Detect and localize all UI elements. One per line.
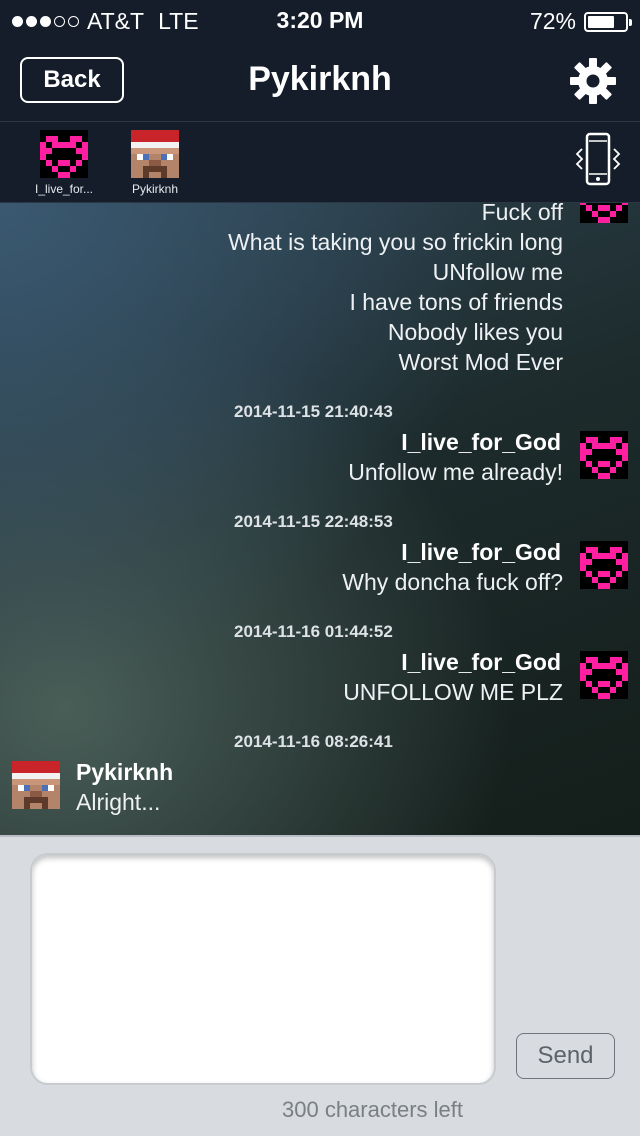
message-line: I have tons of friends <box>349 289 563 315</box>
message-timestamp: 2014-11-16 08:26:41 <box>234 732 393 751</box>
message-sender[interactable]: I_live_for_God <box>401 429 561 456</box>
message-line: Worst Mod Ever <box>398 349 563 375</box>
pink-heart-avatar[interactable] <box>580 431 628 479</box>
message-text: UNFOLLOW ME PLZ <box>343 679 563 705</box>
participant-i-live-for-god[interactable]: I_live_for... <box>24 130 104 196</box>
phone-vibrate-icon[interactable] <box>574 132 622 190</box>
participants-bar: I_live_for... Pykirknh <box>0 122 640 203</box>
battery-percent: 72% <box>529 8 576 34</box>
message-text: Alright... <box>76 789 161 815</box>
compose-bar: Send 300 characters left <box>0 835 640 1136</box>
participant-name: I_live_for... <box>34 182 94 196</box>
message-sender[interactable]: I_live_for_God <box>401 649 561 676</box>
message-line: Nobody likes you <box>387 319 563 345</box>
message-sender[interactable]: Pykirknh <box>76 759 173 786</box>
santa-hat-steve-avatar[interactable] <box>12 761 60 809</box>
nav-bar: Back Pykirknh <box>0 40 640 122</box>
message-sender[interactable]: I_live_for_God <box>401 539 561 566</box>
chat-history[interactable]: Fuck off What is taking you so frickin l… <box>0 203 640 835</box>
status-bar: AT&T LTE 3:20 PM 72% <box>0 0 640 40</box>
participant-pykirknh[interactable]: Pykirknh <box>115 130 195 196</box>
santa-hat-steve-avatar <box>131 130 179 178</box>
page-title: Pykirknh <box>248 60 392 98</box>
gear-icon[interactable] <box>570 58 616 104</box>
participant-name: Pykirknh <box>131 182 178 196</box>
send-button[interactable]: Send <box>516 1033 615 1079</box>
battery-icon <box>584 11 632 32</box>
pink-heart-avatar[interactable] <box>580 541 628 589</box>
message-timestamp: 2014-11-16 01:44:52 <box>234 622 393 641</box>
message-timestamp: 2014-11-15 22:48:53 <box>234 512 393 531</box>
pink-heart-avatar <box>580 203 628 223</box>
message-line: UNfollow me <box>432 259 563 285</box>
character-count: 300 characters left <box>282 1097 463 1122</box>
message-text: Why doncha fuck off? <box>342 569 563 595</box>
message-input[interactable] <box>30 853 496 1085</box>
status-right: 72% <box>529 8 632 35</box>
pink-heart-avatar[interactable] <box>580 651 628 699</box>
pink-heart-avatar <box>40 130 88 178</box>
message-timestamp: 2014-11-15 21:40:43 <box>234 402 393 421</box>
message-line: Fuck off <box>481 203 563 225</box>
message-line: What is taking you so frickin long <box>228 229 563 255</box>
message-text: Unfollow me already! <box>348 459 563 485</box>
